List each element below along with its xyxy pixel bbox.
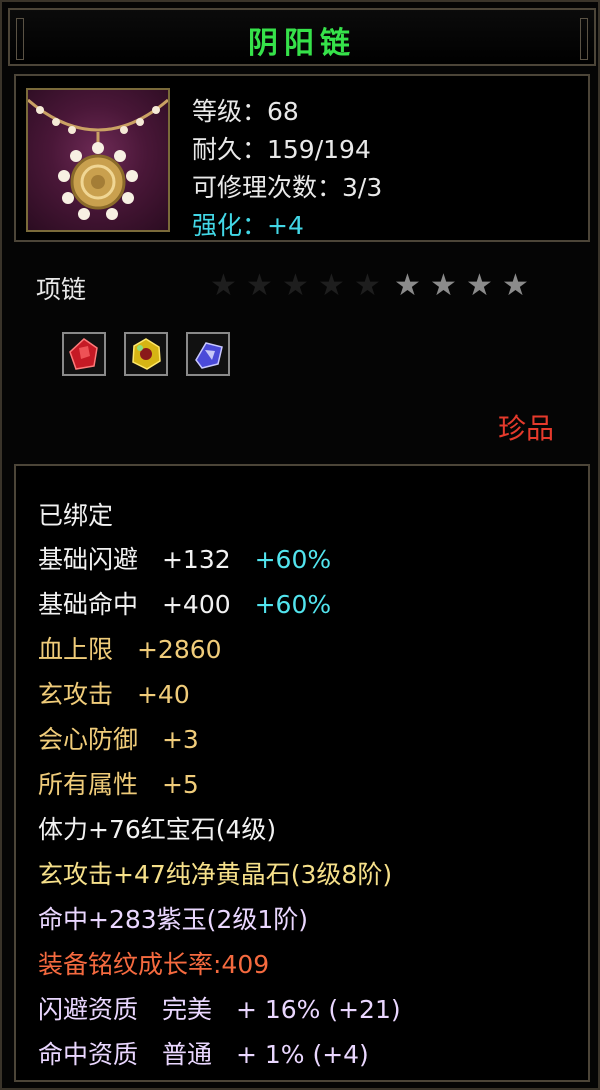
- item-type: 项链: [36, 275, 87, 304]
- stat-value: +2860: [136, 635, 222, 664]
- item-level: 等级：68: [192, 97, 299, 126]
- stat-value: +5: [161, 770, 199, 799]
- star-icon: ★: [502, 268, 529, 303]
- star-icon: ★: [354, 268, 381, 303]
- item-repair-count: 可修理次数：3/3: [192, 173, 383, 202]
- aptitude-label: 闪避资质: [38, 995, 139, 1024]
- stat-crit-defense: 会心防御 +3: [38, 720, 199, 756]
- stat-hit: 基础命中 +400 +60%: [38, 585, 331, 621]
- star-icon: ★: [282, 268, 309, 303]
- stat-all-attributes: 所有属性 +5: [38, 765, 199, 801]
- item-name: 阴阳链: [248, 26, 356, 61]
- inscription-growth-rate: 装备铭纹成长率:409: [38, 950, 270, 979]
- stats-panel: 已绑定 基础闪避 +132 +60% 基础命中 +400 +60% 血上限 +2…: [14, 464, 590, 1082]
- stat-label: 血上限: [38, 635, 114, 664]
- aptitude-hit: 命中资质 普通 + 1% (+4): [38, 1035, 369, 1071]
- stat-bonus: +60%: [254, 590, 332, 619]
- yellow-crystal-gem-icon: [124, 332, 168, 376]
- star-icon: ★: [466, 268, 493, 303]
- item-durability: 耐久：159/194: [192, 135, 371, 164]
- aptitude-value: + 1% (+4): [235, 1040, 369, 1069]
- stat-label: 所有属性: [38, 770, 139, 799]
- title-bar-right-ornament: [580, 18, 588, 60]
- stat-label: 基础命中: [38, 590, 139, 619]
- necklace-icon: [26, 88, 170, 232]
- gem-stat-yellow-crystal: 玄攻击+47纯净黄晶石(3级8阶): [38, 860, 393, 889]
- stat-label: 玄攻击: [38, 680, 114, 709]
- stat-value: +400: [161, 590, 231, 619]
- stat-xuan-attack: 玄攻击 +40: [38, 675, 190, 711]
- aptitude-label: 命中资质: [38, 1040, 139, 1069]
- stat-label: 基础闪避: [38, 545, 139, 574]
- gem-stat-purple-jade: 命中+283紫玉(2级1阶): [38, 905, 308, 934]
- star-icon: ★: [394, 268, 421, 303]
- item-tooltip: 阴阳链 等级：68 耐久：159/194 可修理次数：3/3 强化：+4 项链 …: [0, 0, 600, 1090]
- rarity-label: 珍品: [497, 412, 554, 445]
- title-bar: 阴阳链: [8, 8, 596, 66]
- item-info-panel: 等级：68 耐久：159/194 可修理次数：3/3 强化：+4: [14, 74, 590, 242]
- stat-bonus: +60%: [254, 545, 332, 574]
- ruby-gem-icon: [62, 332, 106, 376]
- stat-value: +40: [136, 680, 190, 709]
- bound-status: 已绑定: [38, 501, 114, 530]
- item-enhance-level: 强化：+4: [192, 211, 304, 240]
- star-icon: ★: [210, 268, 237, 303]
- gem-stat-ruby: 体力+76红宝石(4级): [38, 815, 277, 844]
- star-icon: ★: [318, 268, 345, 303]
- stat-value: +132: [161, 545, 231, 574]
- aptitude-grade: 完美: [161, 995, 212, 1024]
- stat-dodge: 基础闪避 +132 +60%: [38, 540, 331, 576]
- stat-label: 会心防御: [38, 725, 139, 754]
- star-icon: ★: [430, 268, 457, 303]
- stat-value: +3: [161, 725, 199, 754]
- star-icon: ★: [246, 268, 273, 303]
- stat-hp: 血上限 +2860: [38, 630, 222, 666]
- aptitude-value: + 16% (+21): [235, 995, 401, 1024]
- purple-jade-gem-icon: [186, 332, 230, 376]
- aptitude-dodge: 闪避资质 完美 + 16% (+21): [38, 990, 401, 1026]
- aptitude-grade: 普通: [161, 1040, 212, 1069]
